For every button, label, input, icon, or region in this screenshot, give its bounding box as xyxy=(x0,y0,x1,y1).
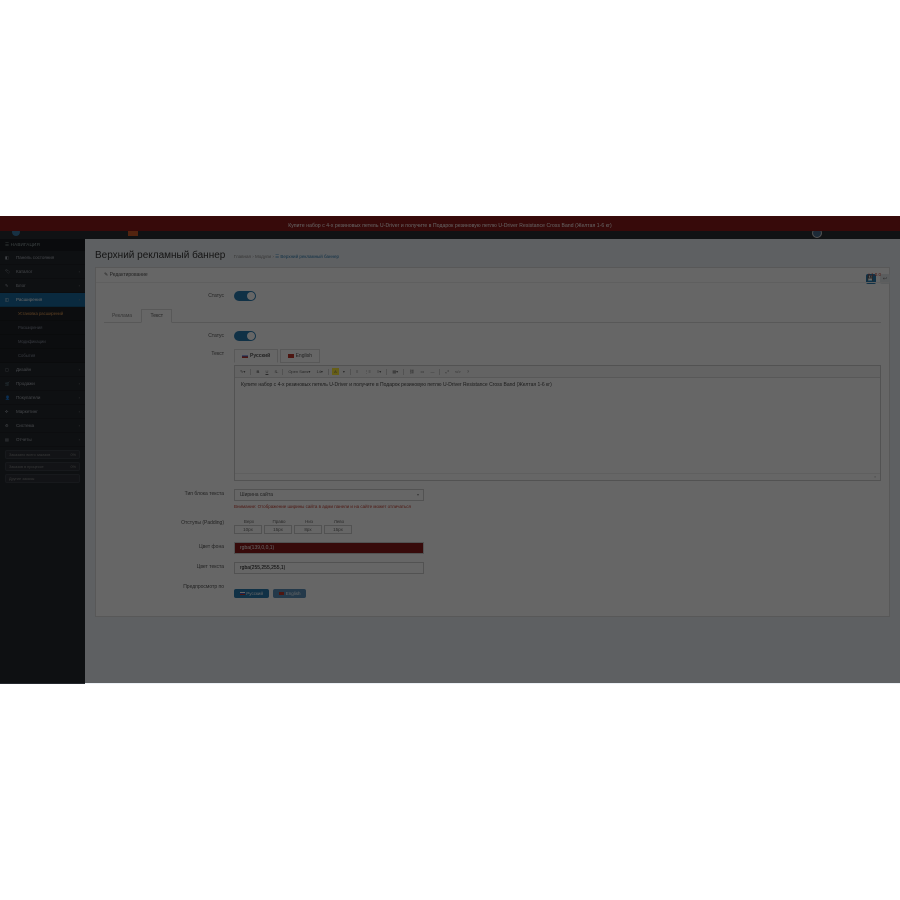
hr-button[interactable]: — xyxy=(428,368,436,375)
breadcrumb: Главная › Модули › ☰ Верхний рекламный б… xyxy=(234,254,339,260)
sidebar: ☰ НАВИГАЦИЯ ◧Панель состояния 🏷Каталог› … xyxy=(0,239,85,684)
sidebar-item-dashboard[interactable]: ◧Панель состояния xyxy=(0,251,85,265)
tv-icon: ▢ xyxy=(5,367,9,372)
bg-color-label: Цвет фона xyxy=(104,542,234,550)
sidebar-item-reports[interactable]: ▤Отчеты› xyxy=(0,433,85,447)
section-tabs: Реклама Текст xyxy=(104,309,881,323)
font-size-select[interactable]: 14▾ xyxy=(314,368,324,375)
dashboard-icon: ◧ xyxy=(5,255,9,260)
flag-ru-icon xyxy=(242,354,248,358)
sidebar-subitem-events[interactable]: События xyxy=(0,349,85,363)
sidebar-subitem-extensions[interactable]: Расширения xyxy=(0,321,85,335)
font-family-select[interactable]: Open Sans▾ xyxy=(286,368,312,375)
share-icon: ✣ xyxy=(5,409,8,414)
chevron-right-icon: › xyxy=(79,283,80,288)
sidebar-subitem-manage[interactable]: Установка расширений xyxy=(0,307,85,321)
list-ul-button[interactable]: ≡ xyxy=(354,368,360,375)
sidebar-item-system[interactable]: ⚙Система› xyxy=(0,419,85,433)
page-title: Верхний рекламный баннер xyxy=(95,250,225,261)
sidebar-item-sales[interactable]: 🛒Продажи› xyxy=(0,377,85,391)
main-content: Верхний рекламный баннер Главная › Модул… xyxy=(85,239,900,684)
cart-icon: 🛒 xyxy=(5,381,10,386)
sidebar-item-customers[interactable]: 👤Покупатели› xyxy=(0,391,85,405)
puzzle-icon: ◫ xyxy=(5,297,9,302)
user-icon: 👤 xyxy=(5,395,10,400)
block-type-label: Тип блока текста xyxy=(104,489,234,497)
lang-tab-ru[interactable]: Русский xyxy=(234,349,278,363)
editor-resize[interactable]: ≡ xyxy=(235,473,880,480)
chart-icon: ▤ xyxy=(5,437,9,442)
panel-header: ✎ Редактирование v.1.0.0 xyxy=(96,268,889,283)
block-type-select[interactable]: Ширина сайта xyxy=(234,489,424,501)
text-color-label: Цвет текста xyxy=(104,562,234,570)
chevron-right-icon: › xyxy=(79,395,80,400)
text-label: Текст xyxy=(104,349,234,357)
tag-icon: 🏷 xyxy=(5,269,10,274)
sidebar-subitem-mods[interactable]: Модификации xyxy=(0,335,85,349)
app-header xyxy=(0,231,900,239)
breadcrumb-current[interactable]: ☰ Верхний рекламный баннер xyxy=(275,254,339,259)
stat-orders-total: Заказано всего заказов0% xyxy=(5,450,80,459)
tab-reklama[interactable]: Реклама xyxy=(104,310,140,322)
list-ol-button[interactable]: ⋮≡ xyxy=(362,368,372,375)
chevron-right-icon: › xyxy=(79,437,80,442)
sidebar-item-marketing[interactable]: ✣Маркетинг› xyxy=(0,405,85,419)
status-label: Статус xyxy=(104,291,234,299)
align-button[interactable]: ≡▾ xyxy=(375,368,383,375)
link-button[interactable]: ⛓ xyxy=(407,368,416,375)
gear-icon: ⚙ xyxy=(5,423,9,428)
pencil-icon: ✎ xyxy=(5,283,8,288)
style-dropdown[interactable]: ✎▾ xyxy=(238,368,247,375)
editor-content[interactable]: Купите набор с 4-х резиновых петель U-Dr… xyxy=(235,378,880,473)
lang-tab-en[interactable]: English xyxy=(280,349,320,363)
chevron-right-icon: › xyxy=(79,381,80,386)
stat-orders-other: Другие заказы xyxy=(5,474,80,483)
preview-en-button[interactable]: English xyxy=(273,589,306,598)
pad-left-input[interactable]: 15px xyxy=(324,525,352,534)
status-toggle[interactable] xyxy=(234,291,256,301)
status2-label: Статус xyxy=(104,331,234,339)
strike-button[interactable]: S̶ xyxy=(273,368,280,375)
help-button[interactable]: ? xyxy=(465,368,471,375)
text-color-button[interactable]: A xyxy=(332,368,339,375)
preview-ru-button[interactable]: Русский xyxy=(234,589,269,598)
preview-label: Предпросмотр по xyxy=(104,582,234,590)
status2-toggle[interactable] xyxy=(234,331,256,341)
text-color-input[interactable]: rgba(255,255,255,1) xyxy=(234,562,424,574)
stat-orders-progress: Заказов в процессе0% xyxy=(5,462,80,471)
chevron-right-icon: › xyxy=(79,367,80,372)
chevron-right-icon: › xyxy=(79,297,80,302)
pad-bot-input[interactable]: 8px xyxy=(294,525,322,534)
rich-editor: ✎▾ B U S̶ Open Sans▾ 14▾ A ▾ ≡ ⋮≡ ≡▾ ▦▾ xyxy=(234,365,881,481)
bg-color-input[interactable]: rgba(139,0,0,1) xyxy=(234,542,424,554)
nav-header: ☰ НАВИГАЦИЯ xyxy=(0,239,85,251)
sidebar-item-design[interactable]: ▢Дизайн› xyxy=(0,363,85,377)
underline-button[interactable]: U xyxy=(264,368,271,375)
pad-top-input[interactable]: 10px xyxy=(234,525,262,534)
version-badge: v.1.0.0 xyxy=(868,272,881,277)
edit-panel: ✎ Редактирование v.1.0.0 Статус Реклама … xyxy=(95,267,890,617)
flag-en-icon xyxy=(288,354,294,358)
more-color-button[interactable]: ▾ xyxy=(341,368,347,375)
table-button[interactable]: ▦▾ xyxy=(390,368,400,375)
block-type-warning: Внимание: Отображение ширины сайта в адм… xyxy=(234,504,434,510)
promo-banner: Купите набор с 4-х резиновых петель U-Dr… xyxy=(0,221,900,231)
sidebar-item-extensions[interactable]: ◫Расширения› xyxy=(0,293,85,307)
image-button[interactable]: ▭ xyxy=(419,368,427,375)
code-button[interactable]: </> xyxy=(453,368,463,375)
fullscreen-button[interactable]: ⤢ xyxy=(444,368,451,375)
pad-right-input[interactable]: 15px xyxy=(264,525,292,534)
chevron-right-icon: › xyxy=(79,423,80,428)
chevron-right-icon: › xyxy=(79,409,80,414)
editor-toolbar: ✎▾ B U S̶ Open Sans▾ 14▾ A ▾ ≡ ⋮≡ ≡▾ ▦▾ xyxy=(235,366,880,378)
bold-button[interactable]: B xyxy=(254,368,261,375)
padding-label: Отступы (Padding) xyxy=(104,518,234,526)
tab-text[interactable]: Текст xyxy=(141,309,172,323)
sidebar-item-blog[interactable]: ✎Блог› xyxy=(0,279,85,293)
chevron-right-icon: › xyxy=(79,269,80,274)
sidebar-item-catalog[interactable]: 🏷Каталог› xyxy=(0,265,85,279)
